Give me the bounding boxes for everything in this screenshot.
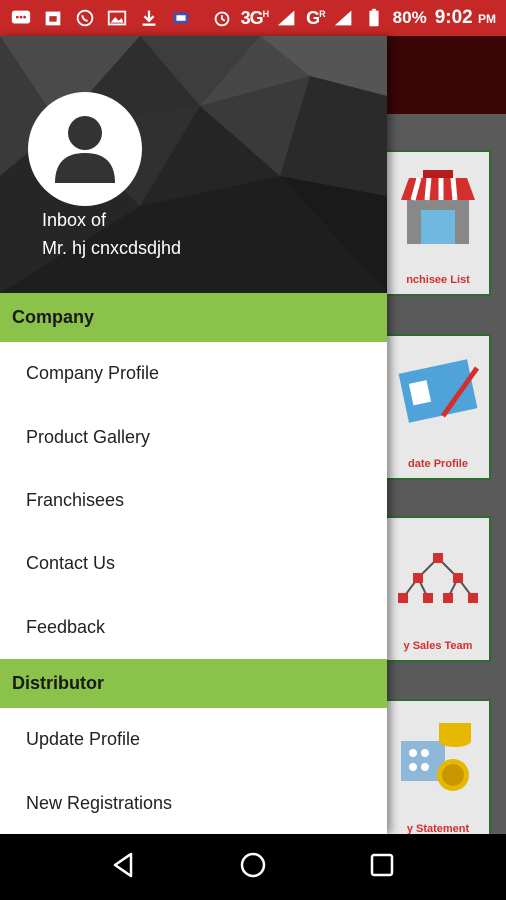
menu-item-contact-us[interactable]: Contact Us — [0, 532, 387, 595]
home-button[interactable] — [233, 847, 273, 887]
signal-icon — [276, 8, 298, 28]
id-card-icon — [393, 346, 483, 441]
menu-item-new-registrations[interactable]: New Registrations — [0, 771, 387, 834]
menu-item-product-gallery[interactable]: Product Gallery — [0, 405, 387, 468]
inbox-label: Inbox of — [42, 210, 107, 230]
recents-square-icon — [367, 850, 397, 885]
section-company: Company — [0, 293, 387, 342]
clock: 9:02 PM — [434, 7, 496, 28]
signal-icon-2 — [333, 8, 355, 28]
tile-label: date Profile — [408, 458, 468, 470]
network-g-label: GR — [306, 7, 325, 28]
home-circle-icon — [238, 850, 268, 885]
menu-item-company-profile[interactable]: Company Profile — [0, 342, 387, 405]
battery-percent: 80% — [392, 8, 427, 27]
section-distributor: Distributor — [0, 658, 387, 708]
chat-notification-icon — [10, 8, 32, 28]
cast-icon — [170, 8, 192, 28]
menu-item-franchisees[interactable]: Franchisees — [0, 469, 387, 532]
hierarchy-icon — [393, 528, 483, 623]
status-bar: 3GH GR 80% 9:02 PM — [0, 0, 506, 36]
menu-item-update-profile[interactable]: Update Profile — [0, 708, 387, 771]
tile-sales-team[interactable]: y Sales Team — [385, 516, 491, 662]
drawer-header: Inbox of Mr. hj cnxcdsdjhd — [0, 36, 387, 293]
tile-statement[interactable]: y Statement — [385, 699, 491, 845]
whatsapp-icon — [74, 8, 96, 28]
alarm-icon — [211, 8, 233, 28]
back-triangle-icon — [109, 850, 139, 885]
user-name: Mr. hj cnxcdsdjhd — [42, 238, 182, 258]
tile-update-profile[interactable]: date Profile — [385, 334, 491, 480]
shop-icon — [393, 162, 483, 257]
drawer-header-text: Inbox of Mr. hj cnxcdsdjhd — [42, 206, 181, 262]
avatar[interactable] — [28, 92, 142, 206]
network-3g-label: 3GH — [240, 7, 269, 28]
tile-franchisee-list[interactable]: nchisee List — [385, 150, 491, 296]
calendar-icon — [42, 8, 64, 28]
tile-label: y Sales Team — [403, 640, 473, 652]
menu-item-feedback[interactable]: Feedback — [0, 596, 387, 659]
navigation-drawer: Inbox of Mr. hj cnxcdsdjhd Company Compa… — [0, 36, 387, 834]
image-icon — [106, 8, 128, 28]
download-icon — [138, 8, 160, 28]
back-button[interactable] — [104, 847, 144, 887]
battery-icon — [363, 8, 385, 28]
user-icon — [45, 107, 125, 192]
system-nav-bar — [0, 834, 506, 900]
coins-icon — [393, 711, 483, 806]
recents-button[interactable] — [362, 847, 402, 887]
tile-label: nchisee List — [406, 274, 470, 286]
